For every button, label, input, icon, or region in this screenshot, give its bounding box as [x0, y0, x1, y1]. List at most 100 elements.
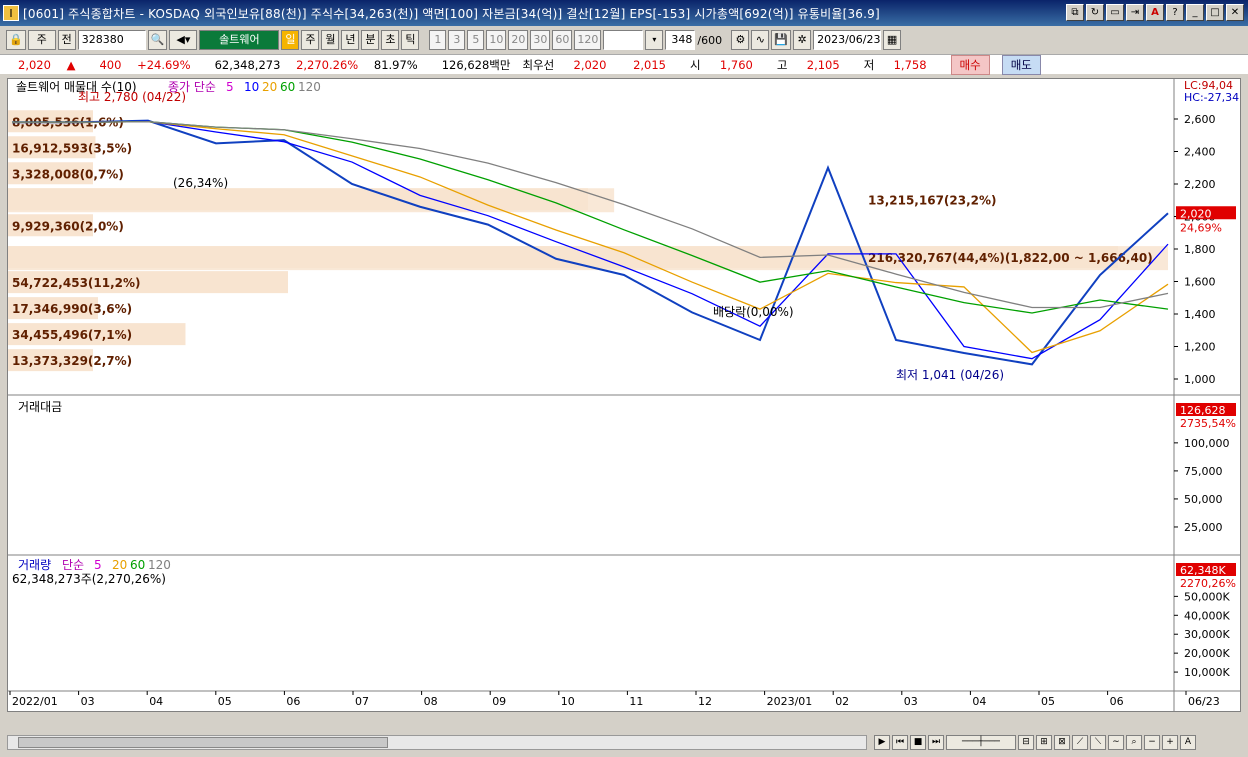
tab-week[interactable]: 주: [301, 30, 320, 50]
date-input[interactable]: 2023/06/23: [813, 30, 882, 50]
code-input[interactable]: 328380: [77, 30, 146, 50]
y-tick-label: 2,200: [1184, 178, 1216, 191]
open-value: 1,760: [719, 57, 753, 72]
interval-20[interactable]: 20: [508, 30, 529, 50]
x-tick-label: 2023/01: [767, 695, 813, 708]
x-tick-label: 05: [1041, 695, 1055, 708]
wave-icon[interactable]: ∼: [1108, 735, 1124, 750]
indicator-icon[interactable]: ∿: [751, 30, 770, 50]
chart-area[interactable]: 2,6002,4002,2002,0001,8001,6001,4001,200…: [7, 78, 1241, 712]
tab-month[interactable]: 월: [321, 30, 340, 50]
up-arrow-icon: ▲: [66, 57, 76, 72]
settings-icon[interactable]: ⚙: [731, 30, 750, 50]
stop-icon[interactable]: ■: [910, 735, 926, 750]
x-tick-label: 2022/01: [12, 695, 58, 708]
close-button[interactable]: ✕: [1226, 4, 1244, 21]
ma-legend-period: 10: [244, 80, 259, 94]
volume-profile-bar: [8, 188, 588, 211]
search-icon[interactable]: ⌕: [1126, 735, 1142, 750]
y-tick-label: 10,000K: [1184, 666, 1230, 679]
chart-svg[interactable]: 2,6002,4002,2002,0001,8001,6001,4001,200…: [8, 79, 1240, 711]
refresh-icon[interactable]: ↻: [1086, 4, 1104, 21]
interval-10[interactable]: 10: [486, 30, 507, 50]
volume-profile-label: 54,722,453(11,2%): [12, 276, 141, 290]
volume-value: 62,348,273: [214, 57, 281, 72]
font-a-icon[interactable]: A: [1180, 735, 1196, 750]
volume-profile-label: 16,912,593(3,5%): [12, 141, 132, 155]
x-tick-label: 06/23: [1188, 695, 1220, 708]
y-tick-label: 2,600: [1184, 113, 1216, 126]
pin-icon[interactable]: ⇥: [1126, 4, 1144, 21]
interval-3[interactable]: 3: [448, 30, 466, 50]
last-pct-tag: 24,69%: [1180, 221, 1222, 234]
save-icon[interactable]: 💾: [771, 30, 792, 50]
sell-button[interactable]: 매도: [1001, 54, 1041, 75]
interval-60[interactable]: 60: [552, 30, 573, 50]
interval-30[interactable]: 30: [530, 30, 551, 50]
interval-input[interactable]: [603, 30, 644, 50]
minimize-button[interactable]: _: [1186, 4, 1204, 21]
horizontal-scrollbar[interactable]: [7, 735, 867, 750]
y-tick-label: 1,600: [1184, 276, 1216, 289]
volume-ma-label: 단순: [62, 558, 84, 572]
last-price-tag: 2,020: [1180, 207, 1212, 220]
calendar-icon[interactable]: ▦: [883, 30, 902, 50]
play-icon[interactable]: ▶: [874, 735, 890, 750]
prev-button[interactable]: 전: [57, 30, 76, 50]
interval-5[interactable]: 5: [467, 30, 485, 50]
help-icon[interactable]: ?: [1166, 4, 1184, 21]
x-tick-label: 10: [561, 695, 575, 708]
tab-minute[interactable]: 분: [361, 30, 380, 50]
font-icon[interactable]: A: [1146, 4, 1164, 21]
volume-ma-period: 5: [94, 558, 102, 572]
x-tick-label: 03: [904, 695, 918, 708]
link-icon[interactable]: ⧉: [1066, 4, 1084, 21]
window-title: [0601] 주식종합차트 - KOSDAQ 외국인보유[88(천)] 주식수[…: [23, 6, 880, 21]
stock-name[interactable]: 솔트웨어: [199, 30, 280, 50]
tab-day[interactable]: 일: [281, 30, 300, 50]
chevron-down-icon[interactable]: ▾: [645, 30, 664, 50]
y-tick-label: 1,800: [1184, 243, 1216, 256]
y-tick-label: 25,000: [1184, 521, 1223, 534]
type-select[interactable]: 주: [27, 30, 56, 50]
open: 시 1,760: [690, 57, 765, 73]
ma-legend-period: 120: [298, 80, 321, 94]
app-icon: I: [3, 5, 19, 21]
search-icon[interactable]: 🔍: [147, 30, 168, 50]
gear-icon[interactable]: ✲: [793, 30, 812, 50]
trend-icon[interactable]: ⟍: [1090, 735, 1106, 750]
y-tick-label: 75,000: [1184, 465, 1223, 478]
tab-tick[interactable]: 틱: [401, 30, 420, 50]
lock-icon[interactable]: 🔒: [6, 30, 26, 50]
y-tick-label: 1,400: [1184, 308, 1216, 321]
ma-legend-period: 20: [262, 80, 277, 94]
volume-tag: 62,348K: [1180, 564, 1226, 577]
line-icon[interactable]: ⟋: [1072, 735, 1088, 750]
count-input[interactable]: 348: [665, 30, 696, 50]
zoom-minus-icon[interactable]: ⊞: [1036, 735, 1052, 750]
first-icon[interactable]: ⏮: [892, 735, 908, 750]
zoom-slider[interactable]: ───┼───: [946, 735, 1016, 750]
window-icon[interactable]: ▭: [1106, 4, 1124, 21]
title-buttons: ⧉ ↻ ▭ ⇥ A ? _ □ ✕: [1066, 4, 1244, 21]
volume-profile-label: 34,455,496(7,1%): [12, 328, 132, 342]
zoom-out-icon[interactable]: ⊟: [1018, 735, 1034, 750]
buy-button[interactable]: 매수: [950, 54, 990, 75]
amount: 126,628백만: [441, 57, 511, 72]
speaker-icon[interactable]: ◀▾: [169, 30, 198, 50]
tab-second[interactable]: 초: [381, 30, 400, 50]
last-icon[interactable]: ⏭: [928, 735, 944, 750]
x-tick-label: 09: [492, 695, 506, 708]
interval-1[interactable]: 1: [429, 30, 447, 50]
interval-120[interactable]: 120: [574, 30, 602, 50]
low: 저 1,758: [864, 57, 939, 73]
tab-year[interactable]: 년: [341, 30, 360, 50]
quote-bar: 2,020 ▲ 400 +24.69% 62,348,273 2,270.26%…: [0, 54, 1248, 75]
maximize-button[interactable]: □: [1206, 4, 1224, 21]
scroll-thumb[interactable]: [18, 737, 388, 748]
zoom-plus-icon[interactable]: ⊠: [1054, 735, 1070, 750]
plus-icon[interactable]: +: [1162, 735, 1178, 750]
volume-profile-label: 9,929,360(2,0%): [12, 219, 124, 233]
chart-toolbar: 🔒 주 전 328380 🔍 ◀▾ 솔트웨어 일 주 월 년 분 초 틱 1 3…: [0, 28, 1248, 52]
minus-icon[interactable]: −: [1144, 735, 1160, 750]
